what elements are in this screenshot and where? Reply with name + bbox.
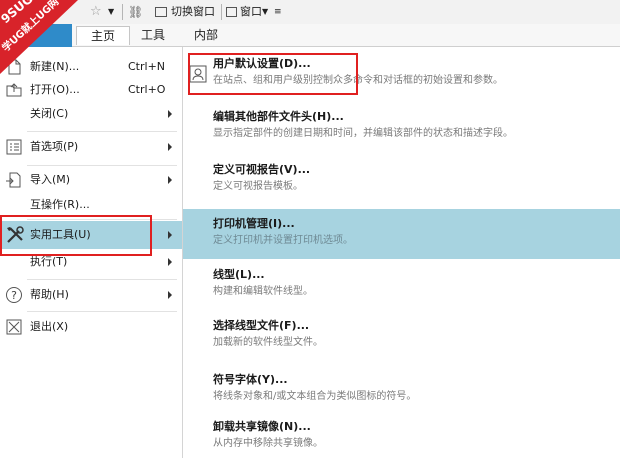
submenu-item-title: 定义可视报告(V)... xyxy=(213,163,311,176)
submenu-arrow-icon xyxy=(168,291,172,299)
menu-item-label: 互操作(R)... xyxy=(30,198,90,211)
tab-tools[interactable]: 工具 xyxy=(133,26,173,44)
menu-item-shortcut: Ctrl+N xyxy=(128,60,166,73)
callout-utilities xyxy=(0,215,152,256)
preferences-list-icon xyxy=(5,138,23,156)
utilities-submenu: 用户默认设置(D)... 在站点、组和用户级别控制众多命令和对话框的初始设置和参… xyxy=(183,47,620,458)
exit-close-icon xyxy=(5,318,23,336)
menu-item-import[interactable]: 导入(M) xyxy=(0,167,182,193)
submenu-item-title: 卸载共享镜像(N)... xyxy=(213,420,311,433)
menu-divider xyxy=(27,165,177,166)
menu-item-close[interactable]: 关闭(C) xyxy=(0,101,182,127)
tab-home[interactable]: 主页 xyxy=(76,26,130,45)
submenu-item-desc: 从内存中移除共享镜像。 xyxy=(213,438,323,449)
submenu-item-desc: 显示指定部件的创建日期和时间，并编辑该部件的状态和描述字段。 xyxy=(213,128,513,139)
submenu-item-title: 符号字体(Y)... xyxy=(213,373,288,386)
submenu-item-select-line-font-file[interactable]: 选择线型文件(F)... 加载新的软件线型文件。 xyxy=(183,311,620,359)
svg-text:?: ? xyxy=(11,289,17,302)
open-folder-icon xyxy=(5,81,23,99)
toolbar-separator xyxy=(221,4,222,20)
help-icon: ? xyxy=(5,286,23,304)
submenu-item-edit-part-header[interactable]: 编辑其他部件文件头(H)... 显示指定部件的创建日期和时间，并编辑该部件的状态… xyxy=(183,102,620,150)
menu-item-label: 导入(M) xyxy=(30,173,71,186)
submenu-item-title: 线型(L)... xyxy=(213,268,265,281)
submenu-arrow-icon xyxy=(168,110,172,118)
menu-item-label: 首选项(P) xyxy=(30,140,79,153)
menu-divider xyxy=(27,311,177,312)
dropdown-arrow-icon[interactable]: ▼ xyxy=(108,4,114,20)
menu-item-label: 打开(O)... xyxy=(30,83,80,96)
ribbon-tabs: 主页 工具 内部 xyxy=(0,24,620,47)
watermark-badge: 9SUG 学UG就上UG网 xyxy=(0,0,78,74)
menu-item-label: 退出(X) xyxy=(30,320,69,333)
submenu-item-printer-admin[interactable]: 打印机管理(I)... 定义打印机并设置打印机选项。 xyxy=(183,209,620,259)
callout-user-defaults xyxy=(188,53,358,95)
submenu-item-desc: 定义可视报告模板。 xyxy=(213,181,303,192)
submenu-item-visual-report[interactable]: 定义可视报告(V)... 定义可视报告模板。 xyxy=(183,155,620,203)
import-icon xyxy=(5,171,23,189)
submenu-item-desc: 加载新的软件线型文件。 xyxy=(213,337,323,348)
quick-access-toolbar: ☆ ▼ ⛓ 切换窗口 窗口 ▼ ≡ xyxy=(0,0,620,25)
window-dropdown-icon[interactable]: ▼ xyxy=(262,4,268,20)
switch-window-button[interactable]: 切换窗口 xyxy=(171,4,215,20)
submenu-arrow-icon xyxy=(168,176,172,184)
menu-item-label: 执行(T) xyxy=(30,255,68,268)
submenu-item-line-font[interactable]: 线型(L)... 构建和编辑软件线型。 xyxy=(183,260,620,308)
submenu-item-desc: 定义打印机并设置打印机选项。 xyxy=(213,235,353,246)
menu-item-shortcut: Ctrl+O xyxy=(128,83,166,96)
menu-item-preferences[interactable]: 首选项(P) xyxy=(0,134,182,160)
switch-window-icon[interactable] xyxy=(155,7,167,17)
submenu-item-unload-shared-image[interactable]: 卸载共享镜像(N)... 从内存中移除共享镜像。 xyxy=(183,412,620,460)
toolbar-separator xyxy=(122,4,123,20)
submenu-item-title: 编辑其他部件文件头(H)... xyxy=(213,110,344,123)
menu-item-exit[interactable]: 退出(X) xyxy=(0,314,182,340)
link-icon[interactable]: ⛓ xyxy=(128,4,143,20)
menu-divider xyxy=(27,131,177,132)
submenu-arrow-icon xyxy=(168,143,172,151)
submenu-arrow-icon xyxy=(168,231,172,239)
menu-item-help[interactable]: ? 帮助(H) xyxy=(0,282,182,308)
window-icon[interactable] xyxy=(226,7,237,17)
submenu-item-desc: 构建和编辑软件线型。 xyxy=(213,286,313,297)
submenu-arrow-icon xyxy=(168,258,172,266)
tab-internal[interactable]: 内部 xyxy=(186,26,226,44)
menu-divider xyxy=(27,279,177,280)
customize-icon[interactable]: ≡ xyxy=(274,4,282,20)
submenu-item-desc: 将线条对象和/或文本组合为类似图标的符号。 xyxy=(213,391,417,402)
menu-item-label: 关闭(C) xyxy=(30,107,69,120)
star-icon[interactable]: ☆ xyxy=(90,4,102,20)
submenu-item-symbol-font[interactable]: 符号字体(Y)... 将线条对象和/或文本组合为类似图标的符号。 xyxy=(183,365,620,413)
submenu-item-title: 打印机管理(I)... xyxy=(213,217,295,230)
window-menu-button[interactable]: 窗口 xyxy=(240,4,262,20)
menu-item-open[interactable]: 打开(O)... Ctrl+O xyxy=(0,77,182,103)
submenu-item-title: 选择线型文件(F)... xyxy=(213,319,310,332)
menu-item-label: 帮助(H) xyxy=(30,288,69,301)
